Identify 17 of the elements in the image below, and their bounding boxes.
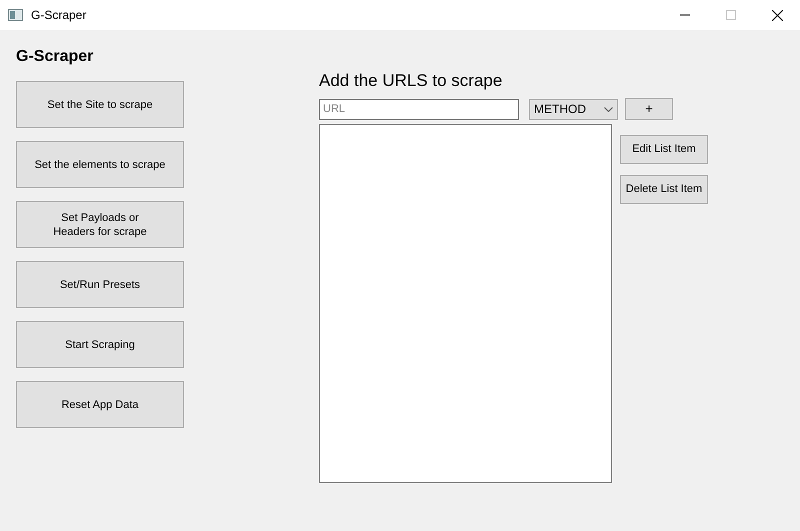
panel-heading: Add the URLS to scrape (319, 70, 504, 92)
list-action-button[interactable]: Edit List Item (620, 135, 708, 164)
nav-button[interactable]: Set/Run Presets (16, 261, 184, 308)
url-field[interactable]: URL (319, 98, 519, 120)
add-button[interactable]: + (625, 98, 673, 120)
window-title: G-Scraper (31, 7, 86, 24)
app-heading: G-Scraper (16, 47, 94, 67)
app-icon (8, 9, 23, 21)
nav-button[interactable]: Set the elements to scrape (16, 141, 184, 188)
method-dropdown[interactable]: METHOD (529, 98, 618, 120)
close-icon[interactable] (772, 10, 782, 20)
caret-icon (604, 106, 613, 112)
nav-button[interactable]: Set the Site to scrape (16, 81, 184, 128)
nav-button[interactable]: Reset App Data (16, 381, 184, 428)
list-action-button[interactable]: Delete List Item (620, 175, 708, 204)
nav-button[interactable]: Set Payloads or Headers for scrape (16, 201, 184, 248)
nav-button[interactable]: Start Scraping (16, 321, 184, 368)
